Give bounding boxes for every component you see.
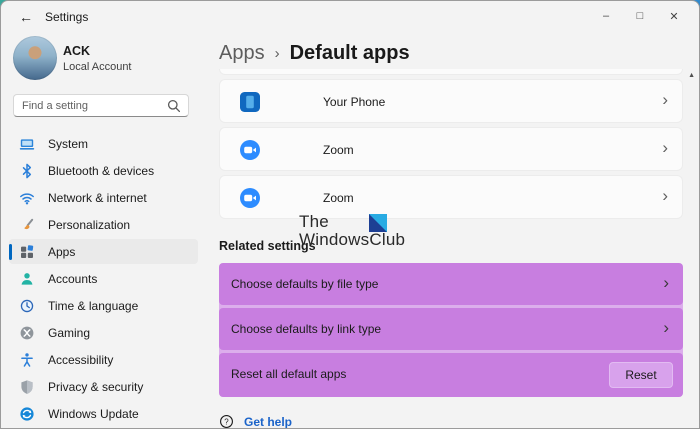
watermark-line2: WindowsClub	[299, 231, 449, 249]
main-content: Apps › Default apps Your Phone › Zoom › …	[219, 33, 683, 429]
window-title: Settings	[45, 10, 88, 24]
settings-window: ← Settings – □ ✕ ACK Local Account Syste…	[0, 0, 700, 429]
sidebar-item-label: Accessibility	[48, 353, 113, 367]
selected-accent-pill	[9, 244, 12, 260]
row-label: Choose defaults by link type	[231, 322, 381, 336]
sidebar-item-label: Network & internet	[48, 191, 147, 205]
choose-defaults-by-file-type-row[interactable]: Choose defaults by file type ›	[219, 263, 683, 305]
breadcrumb: Apps › Default apps	[219, 39, 683, 67]
shield-icon	[19, 379, 35, 395]
sidebar-item-apps[interactable]: Apps	[9, 239, 198, 264]
sidebar-item-accounts[interactable]: Accounts	[9, 266, 198, 291]
chevron-right-icon: ›	[662, 186, 668, 206]
chevron-right-icon: ›	[662, 90, 668, 110]
sidebar-nav: System Bluetooth & devices Network & int…	[1, 131, 206, 428]
chevron-right-icon: ›	[663, 318, 669, 338]
get-help-link[interactable]: ? Get help	[219, 414, 683, 429]
accessibility-icon	[19, 352, 35, 368]
minimize-button[interactable]: –	[589, 1, 623, 31]
close-button[interactable]: ✕	[657, 1, 691, 31]
scrolled-card-edge	[219, 69, 683, 75]
sidebar-item-bluetooth-devices[interactable]: Bluetooth & devices	[9, 158, 198, 183]
chevron-right-icon: ›	[663, 273, 669, 293]
svg-text:?: ?	[224, 417, 229, 426]
clock-icon	[19, 298, 35, 314]
search-input[interactable]	[22, 95, 162, 116]
system-icon	[19, 136, 35, 152]
sidebar-item-label: Privacy & security	[48, 380, 143, 394]
account-type: Local Account	[63, 61, 132, 73]
reset-all-default-apps-row: Reset all default apps Reset	[219, 353, 683, 397]
maximize-button[interactable]: □	[623, 1, 657, 31]
app-row-your-phone[interactable]: Your Phone ›	[219, 79, 683, 123]
xbox-icon	[19, 325, 35, 341]
app-row-zoom-2[interactable]: Zoom ›	[219, 175, 683, 219]
get-help-label: Get help	[244, 415, 292, 429]
your-phone-icon	[240, 92, 260, 112]
choose-defaults-by-link-type-row[interactable]: Choose defaults by link type ›	[219, 308, 683, 350]
breadcrumb-separator-icon: ›	[275, 45, 280, 62]
sidebar-item-label: Time & language	[48, 299, 138, 313]
sidebar-item-label: Apps	[48, 245, 75, 259]
sidebar-item-label: Accounts	[48, 272, 97, 286]
search-icon	[166, 98, 182, 114]
sidebar-item-privacy-security[interactable]: Privacy & security	[9, 374, 198, 399]
sidebar-item-time-language[interactable]: Time & language	[9, 293, 198, 318]
app-name: Your Phone	[323, 95, 385, 109]
sidebar-item-windows-update[interactable]: Windows Update	[9, 401, 198, 426]
apps-icon	[19, 244, 35, 260]
sidebar-item-system[interactable]: System	[9, 131, 198, 156]
brush-icon	[19, 217, 35, 233]
row-label: Reset all default apps	[231, 367, 346, 381]
account-name: ACK	[63, 44, 90, 58]
thewindowsclub-logo-icon	[369, 214, 387, 232]
app-name: Zoom	[323, 191, 354, 205]
search-box	[13, 94, 189, 117]
bluetooth-icon	[19, 163, 35, 179]
sidebar-item-label: Gaming	[48, 326, 90, 340]
sidebar-item-label: Personalization	[48, 218, 130, 232]
chevron-right-icon: ›	[662, 138, 668, 158]
page-title: Default apps	[290, 42, 410, 65]
related-settings-group: Choose defaults by file type › Choose de…	[219, 263, 683, 397]
help-question-icon: ?	[219, 414, 234, 429]
sidebar-item-personalization[interactable]: Personalization	[9, 212, 198, 237]
titlebar: ← Settings – □ ✕	[1, 1, 699, 33]
scrollbar-up-arrow[interactable]: ▲	[688, 72, 695, 79]
app-name: Zoom	[323, 143, 354, 157]
back-button[interactable]: ←	[15, 7, 37, 27]
window-controls: – □ ✕	[589, 1, 691, 33]
row-label: Choose defaults by file type	[231, 277, 378, 291]
person-icon	[19, 271, 35, 287]
zoom-icon	[240, 188, 260, 208]
sidebar-item-label: Windows Update	[48, 407, 139, 421]
breadcrumb-parent[interactable]: Apps	[219, 42, 265, 65]
windows-update-icon	[19, 406, 35, 422]
related-settings-heading: Related settings	[219, 239, 683, 255]
sidebar-item-accessibility[interactable]: Accessibility	[9, 347, 198, 372]
sidebar-item-label: System	[48, 137, 88, 151]
zoom-icon	[240, 140, 260, 160]
wifi-icon	[19, 190, 35, 206]
sidebar-item-network-internet[interactable]: Network & internet	[9, 185, 198, 210]
avatar	[13, 36, 57, 80]
app-row-zoom-1[interactable]: Zoom ›	[219, 127, 683, 171]
reset-button[interactable]: Reset	[609, 362, 673, 388]
thewindowsclub-watermark: The WindowsClub	[299, 213, 449, 249]
sidebar-item-label: Bluetooth & devices	[48, 164, 154, 178]
sidebar-item-gaming[interactable]: Gaming	[9, 320, 198, 345]
